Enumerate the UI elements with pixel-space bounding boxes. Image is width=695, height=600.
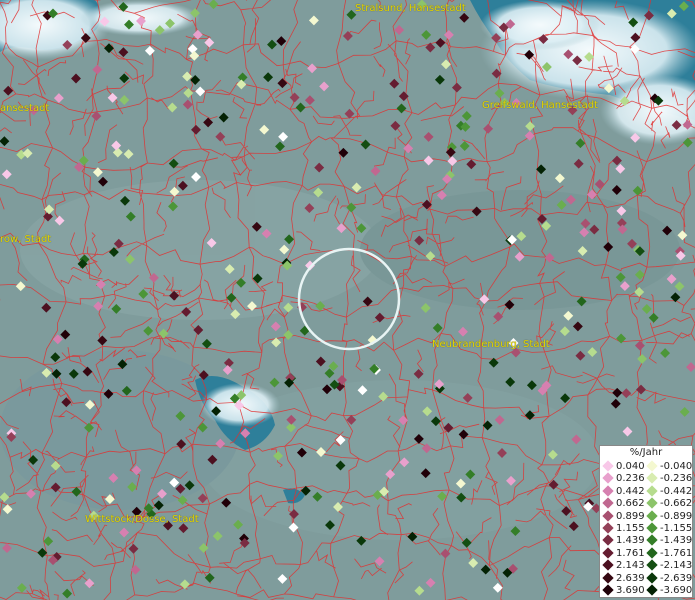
legend-label: 0.442 — [616, 485, 645, 497]
legend-swatch — [602, 497, 614, 509]
legend-swatch — [646, 547, 658, 559]
legend-label: 2.639 — [616, 572, 645, 584]
city-label-left-hansestadt: ansestadt — [0, 103, 50, 114]
legend-entry-positive: 0.442 — [602, 485, 645, 498]
legend-label: -0.040 — [660, 461, 693, 472]
legend-label: -3.690 — [660, 585, 693, 596]
legend-swatch — [646, 460, 658, 472]
legend-entry-positive: 0.899 — [602, 509, 645, 523]
legend-entry-positive: 0.662 — [602, 497, 645, 510]
legend-swatch — [602, 522, 614, 534]
legend-swatch — [646, 534, 658, 547]
legend-swatch — [646, 584, 658, 596]
city-label-wittstock: Wittstock/Dosse, Stadt — [85, 514, 199, 525]
legend-label: -2.639 — [660, 572, 693, 584]
legend-swatch — [646, 472, 658, 485]
legend-swatch — [646, 559, 658, 571]
legend-entry-negative: -1.761 — [646, 547, 693, 560]
legend-entry-negative: -1.155 — [646, 522, 693, 535]
legend-swatch — [646, 509, 658, 522]
legend-label: -0.442 — [660, 485, 693, 497]
legend-entry-positive: 1.155 — [602, 522, 645, 535]
legend-label: 0.040 — [616, 461, 645, 472]
legend-label: 1.439 — [616, 535, 645, 547]
legend-label: -0.236 — [660, 473, 693, 485]
legend-label: -2.143 — [660, 560, 693, 572]
legend-label: -1.439 — [660, 535, 693, 547]
map-legend: %/Jahr 0.040 -0.040 0.236 -0.236 0.442 -0.442… — [599, 445, 693, 598]
legend-entry-positive: 2.143 — [602, 559, 645, 572]
legend-swatch — [602, 547, 614, 559]
legend-entry-positive: 3.690 — [602, 584, 645, 597]
city-label-greifswald: Greifswald, Hansestadt — [482, 100, 598, 111]
legend-label: 3.690 — [616, 585, 645, 596]
city-label-neubrandenburg: Neubrandenburg, Stadt — [432, 339, 550, 350]
legend-label: 1.761 — [616, 547, 645, 559]
legend-swatch — [602, 472, 614, 485]
city-label-stralsund: Stralsund, Hansestadt — [355, 3, 466, 14]
legend-swatch — [602, 571, 614, 584]
legend-entry-negative: -1.439 — [646, 534, 693, 547]
legend-entry-negative: -0.899 — [646, 509, 693, 523]
legend-label: -1.155 — [660, 523, 693, 534]
legend-swatch — [602, 559, 614, 571]
legend-entry-negative: -0.040 — [646, 460, 693, 473]
legend-label: 2.143 — [616, 560, 645, 572]
legend-entry-positive: 1.761 — [602, 547, 645, 560]
legend-entry-negative: -0.442 — [646, 485, 693, 498]
legend-swatch — [646, 571, 658, 584]
legend-swatch — [646, 497, 658, 509]
legend-label: -0.662 — [660, 498, 693, 510]
legend-entry-negative: -3.690 — [646, 584, 693, 597]
legend-entry-negative: -2.639 — [646, 571, 693, 585]
legend-swatch — [646, 485, 658, 497]
legend-label: 0.899 — [616, 510, 645, 522]
legend-entry-positive: 0.040 — [602, 460, 645, 473]
legend-entry-negative: -0.662 — [646, 497, 693, 510]
legend-entry-negative: -0.236 — [646, 472, 693, 485]
city-label-left-stadt: row, Stadt — [0, 234, 52, 245]
legend-label: -0.899 — [660, 510, 693, 522]
map-canvas[interactable] — [0, 0, 695, 600]
legend-label: 0.662 — [616, 498, 645, 510]
legend-label: 0.236 — [616, 473, 645, 485]
legend-entry-positive: 2.639 — [602, 571, 645, 585]
legend-swatch — [602, 485, 614, 497]
legend-label: -1.761 — [660, 547, 693, 559]
legend-swatch — [602, 534, 614, 547]
legend-entry-positive: 1.439 — [602, 534, 645, 547]
legend-swatch — [602, 584, 614, 596]
legend-title: %/Jahr — [629, 447, 663, 458]
legend-entry-negative: -2.143 — [646, 559, 693, 572]
legend-swatch — [602, 509, 614, 522]
legend-entry-positive: 0.236 — [602, 472, 645, 485]
legend-label: 1.155 — [616, 523, 645, 534]
legend-swatch — [646, 522, 658, 534]
legend-swatch — [602, 460, 614, 472]
